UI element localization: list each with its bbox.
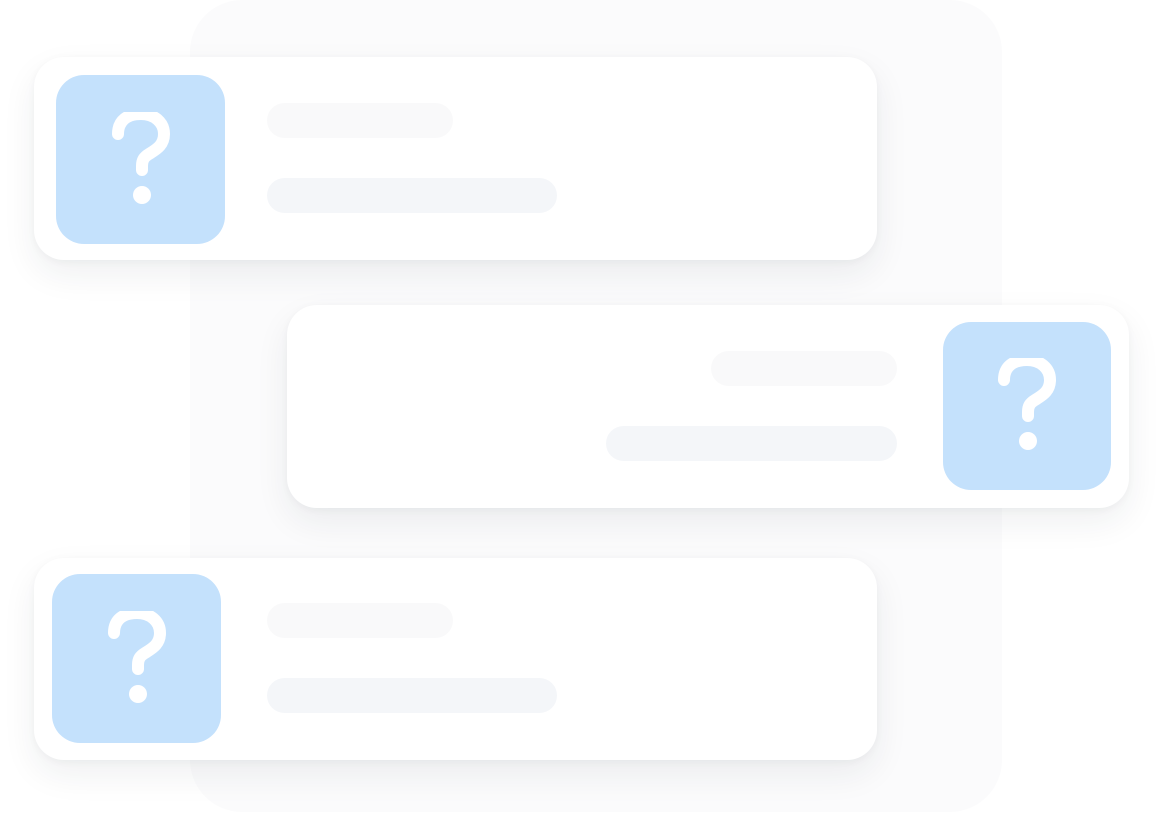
- list-item[interactable]: [34, 558, 877, 760]
- avatar: [943, 322, 1111, 490]
- list-item[interactable]: [287, 305, 1129, 508]
- avatar: [56, 75, 225, 244]
- text-placeholder-long: [267, 678, 557, 713]
- text-placeholder-long: [267, 178, 557, 213]
- text-placeholder-short: [711, 351, 897, 386]
- text-placeholder-short: [267, 103, 453, 138]
- chat-list-illustration: [0, 0, 1164, 814]
- text-placeholder-long: [606, 426, 897, 461]
- question-mark-icon: [107, 610, 166, 703]
- avatar: [52, 574, 221, 743]
- question-mark-icon: [998, 358, 1056, 450]
- text-placeholder-short: [267, 603, 453, 638]
- question-mark-icon: [111, 111, 170, 204]
- list-item[interactable]: [34, 57, 877, 260]
